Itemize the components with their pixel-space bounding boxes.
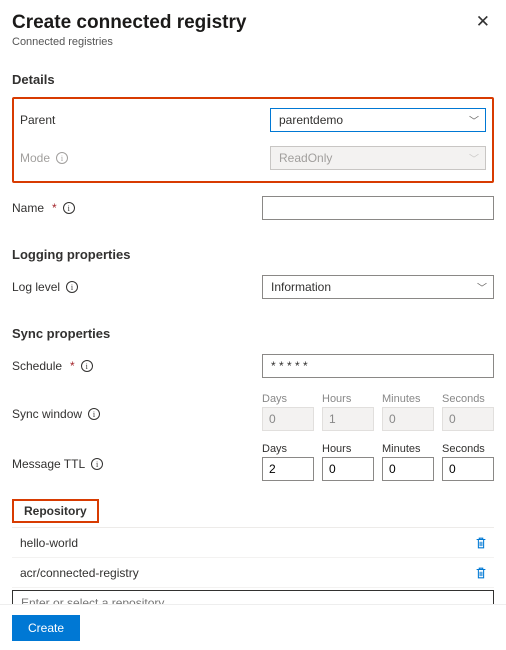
label-minutes: Minutes <box>382 443 434 455</box>
close-icon[interactable]: ✕ <box>472 12 494 32</box>
chevron-down-icon: ﹀ <box>469 151 479 166</box>
required-asterisk: * <box>52 201 57 215</box>
trash-icon[interactable] <box>474 536 488 550</box>
highlight-parent-mode: Parent parentdemo ﹀ Mode i ReadOnly ﹀ <box>12 97 494 183</box>
parent-value: parentdemo <box>279 113 343 127</box>
label-days: Days <box>262 393 314 405</box>
label-message-ttl: Message TTL <box>12 457 85 471</box>
schedule-input[interactable] <box>262 354 494 378</box>
info-icon: i <box>88 408 100 420</box>
label-seconds: Seconds <box>442 393 494 405</box>
ttl-days-input[interactable] <box>262 457 314 481</box>
repository-name: hello-world <box>20 536 474 550</box>
section-sync: Sync properties <box>12 326 494 341</box>
sync-minutes-input <box>382 407 434 431</box>
sync-days-input <box>262 407 314 431</box>
mode-select: ReadOnly ﹀ <box>270 146 486 170</box>
log-level-value: Information <box>271 280 331 294</box>
info-icon: i <box>66 281 78 293</box>
label-schedule: Schedule <box>12 359 62 373</box>
chevron-down-icon: ﹀ <box>477 280 487 295</box>
label-hours: Hours <box>322 443 374 455</box>
label-sync-window: Sync window <box>12 407 82 421</box>
repository-row: hello-world <box>12 528 494 558</box>
ttl-seconds-input[interactable] <box>442 457 494 481</box>
info-icon: i <box>63 202 75 214</box>
label-hours: Hours <box>322 393 374 405</box>
repository-row: acr/connected-registry <box>12 558 494 588</box>
sync-hours-input <box>322 407 374 431</box>
repository-name: acr/connected-registry <box>20 566 474 580</box>
parent-select[interactable]: parentdemo ﹀ <box>270 108 486 132</box>
tab-repository[interactable]: Repository <box>12 499 99 523</box>
label-days: Days <box>262 443 314 455</box>
create-button[interactable]: Create <box>12 615 80 641</box>
section-details: Details <box>12 72 494 87</box>
sync-seconds-input <box>442 407 494 431</box>
panel-title: Create connected registry <box>12 12 472 34</box>
info-icon: i <box>91 458 103 470</box>
log-level-select[interactable]: Information ﹀ <box>262 275 494 299</box>
label-parent: Parent <box>20 113 55 127</box>
ttl-hours-input[interactable] <box>322 457 374 481</box>
section-logging: Logging properties <box>12 247 494 262</box>
label-name: Name <box>12 201 44 215</box>
footer-bar: Create <box>0 604 506 650</box>
label-mode: Mode <box>20 151 50 165</box>
name-input[interactable] <box>262 196 494 220</box>
required-asterisk: * <box>70 359 75 373</box>
ttl-minutes-input[interactable] <box>382 457 434 481</box>
info-icon: i <box>56 152 68 164</box>
panel-subtitle: Connected registries <box>12 36 472 48</box>
mode-value: ReadOnly <box>279 151 332 165</box>
info-icon: i <box>81 360 93 372</box>
chevron-down-icon: ﹀ <box>469 113 479 128</box>
label-log-level: Log level <box>12 280 60 294</box>
trash-icon[interactable] <box>474 566 488 580</box>
label-seconds: Seconds <box>442 443 494 455</box>
label-minutes: Minutes <box>382 393 434 405</box>
